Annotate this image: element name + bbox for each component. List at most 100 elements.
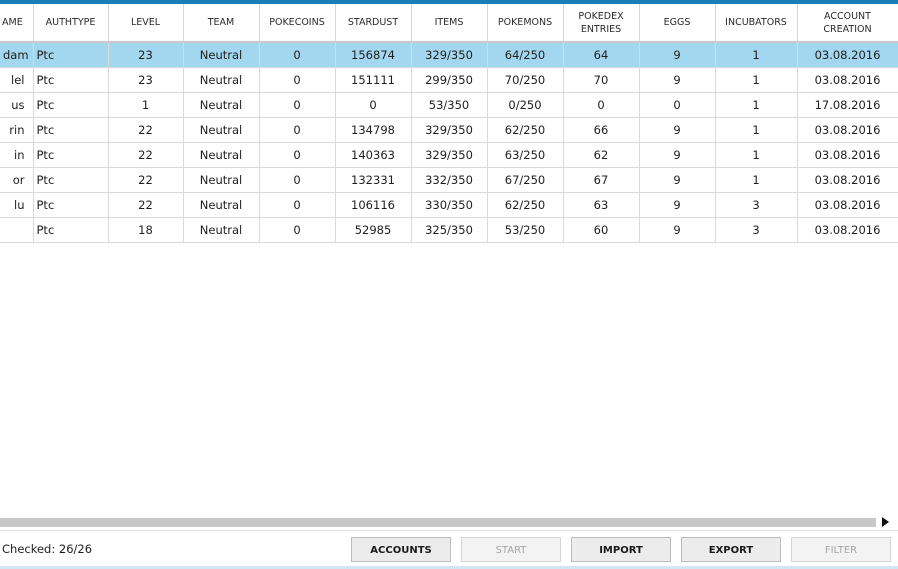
cell-level[interactable]: 18 xyxy=(108,217,184,243)
cell-pokemons[interactable]: 0/250 xyxy=(487,92,564,118)
column-header-name[interactable]: AME xyxy=(0,4,34,43)
cell-account-creation[interactable]: 03.08.2016 xyxy=(797,142,898,168)
filter-button[interactable]: FILTER xyxy=(791,537,891,562)
cell-pokedex-entries[interactable]: 66 xyxy=(563,117,640,143)
cell-incubators[interactable]: 1 xyxy=(715,92,798,118)
cell-pokecoins[interactable]: 0 xyxy=(259,142,336,168)
cell-account-creation[interactable]: 03.08.2016 xyxy=(797,67,898,93)
cell-authtype[interactable]: Ptc xyxy=(33,192,109,218)
column-header-account-creation[interactable]: ACCOUNT CREATION xyxy=(797,4,898,43)
cell-pokecoins[interactable]: 0 xyxy=(259,92,336,118)
cell-team[interactable]: Neutral xyxy=(183,167,260,193)
column-header-authtype[interactable]: AUTHTYPE xyxy=(33,4,109,43)
cell-items[interactable]: 329/350 xyxy=(411,117,488,143)
cell-incubators[interactable]: 1 xyxy=(715,167,798,193)
cell-pokecoins[interactable]: 0 xyxy=(259,67,336,93)
cell-authtype[interactable]: Ptc xyxy=(33,217,109,243)
horizontal-scrollbar[interactable] xyxy=(0,516,898,529)
cell-eggs[interactable]: 9 xyxy=(639,42,716,68)
cell-eggs[interactable]: 9 xyxy=(639,192,716,218)
cell-name[interactable]: rin xyxy=(0,117,34,143)
cell-pokecoins[interactable]: 0 xyxy=(259,167,336,193)
cell-incubators[interactable]: 1 xyxy=(715,142,798,168)
cell-eggs[interactable]: 0 xyxy=(639,92,716,118)
cell-stardust[interactable]: 132331 xyxy=(335,167,412,193)
cell-authtype[interactable]: Ptc xyxy=(33,92,109,118)
cell-pokecoins[interactable]: 0 xyxy=(259,42,336,68)
cell-team[interactable]: Neutral xyxy=(183,192,260,218)
cell-account-creation[interactable]: 03.08.2016 xyxy=(797,217,898,243)
table-row[interactable]: rin Ptc 22 Neutral 0 134798 329/350 62/250 66 9 1 0… xyxy=(0,117,898,143)
cell-authtype[interactable]: Ptc xyxy=(33,42,109,68)
cell-authtype[interactable]: Ptc xyxy=(33,117,109,143)
cell-eggs[interactable]: 9 xyxy=(639,117,716,143)
column-header-eggs[interactable]: EGGS xyxy=(639,4,716,43)
cell-pokemons[interactable]: 63/250 xyxy=(487,142,564,168)
cell-pokemons[interactable]: 67/250 xyxy=(487,167,564,193)
cell-pokedex-entries[interactable]: 60 xyxy=(563,217,640,243)
cell-pokemons[interactable]: 62/250 xyxy=(487,192,564,218)
accounts-grid[interactable]: AME AUTHTYPE LEVEL TEAM POKECOINS STARDU… xyxy=(0,4,898,516)
cell-items[interactable]: 53/350 xyxy=(411,92,488,118)
cell-account-creation[interactable]: 03.08.2016 xyxy=(797,167,898,193)
cell-items[interactable]: 329/350 xyxy=(411,142,488,168)
table-row[interactable]: dam Ptc 23 Neutral 0 156874 329/350 64/250 64 9 1 0… xyxy=(0,42,898,68)
export-button[interactable]: EXPORT xyxy=(681,537,781,562)
cell-incubators[interactable]: 3 xyxy=(715,217,798,243)
cell-team[interactable]: Neutral xyxy=(183,67,260,93)
column-header-pokemons[interactable]: POKEMONS xyxy=(487,4,564,43)
column-header-stardust[interactable]: STARDUST xyxy=(335,4,412,43)
cell-pokedex-entries[interactable]: 67 xyxy=(563,167,640,193)
cell-pokemons[interactable]: 70/250 xyxy=(487,67,564,93)
cell-level[interactable]: 1 xyxy=(108,92,184,118)
accounts-button[interactable]: ACCOUNTS xyxy=(351,537,451,562)
cell-pokemons[interactable]: 62/250 xyxy=(487,117,564,143)
cell-name[interactable]: lu xyxy=(0,192,34,218)
cell-items[interactable]: 332/350 xyxy=(411,167,488,193)
cell-level[interactable]: 23 xyxy=(108,42,184,68)
cell-pokedex-entries[interactable]: 62 xyxy=(563,142,640,168)
cell-team[interactable]: Neutral xyxy=(183,92,260,118)
cell-team[interactable]: Neutral xyxy=(183,117,260,143)
column-header-pokedex-entries[interactable]: POKEDEX ENTRIES xyxy=(563,4,640,43)
cell-pokedex-entries[interactable]: 63 xyxy=(563,192,640,218)
cell-eggs[interactable]: 9 xyxy=(639,217,716,243)
cell-level[interactable]: 23 xyxy=(108,67,184,93)
cell-stardust[interactable]: 106116 xyxy=(335,192,412,218)
cell-eggs[interactable]: 9 xyxy=(639,167,716,193)
cell-level[interactable]: 22 xyxy=(108,142,184,168)
cell-name[interactable]: dam xyxy=(0,42,34,68)
cell-incubators[interactable]: 1 xyxy=(715,117,798,143)
cell-pokecoins[interactable]: 0 xyxy=(259,117,336,143)
cell-stardust[interactable]: 52985 xyxy=(335,217,412,243)
cell-pokemons[interactable]: 53/250 xyxy=(487,217,564,243)
cell-incubators[interactable]: 3 xyxy=(715,192,798,218)
cell-authtype[interactable]: Ptc xyxy=(33,167,109,193)
cell-team[interactable]: Neutral xyxy=(183,42,260,68)
cell-team[interactable]: Neutral xyxy=(183,217,260,243)
cell-authtype[interactable]: Ptc xyxy=(33,67,109,93)
cell-stardust[interactable]: 140363 xyxy=(335,142,412,168)
cell-incubators[interactable]: 1 xyxy=(715,42,798,68)
table-row[interactable]: or Ptc 22 Neutral 0 132331 332/350 67/250 67 9 1 03… xyxy=(0,167,898,193)
cell-name[interactable]: in xyxy=(0,142,34,168)
cell-items[interactable]: 329/350 xyxy=(411,42,488,68)
import-button[interactable]: IMPORT xyxy=(571,537,671,562)
cell-level[interactable]: 22 xyxy=(108,117,184,143)
start-button[interactable]: START xyxy=(461,537,561,562)
table-row[interactable]: lel Ptc 23 Neutral 0 151111 299/350 70/250 70 9 1 0… xyxy=(0,67,898,93)
cell-stardust[interactable]: 156874 xyxy=(335,42,412,68)
cell-name[interactable] xyxy=(0,217,34,243)
column-header-pokecoins[interactable]: POKECOINS xyxy=(259,4,336,43)
cell-level[interactable]: 22 xyxy=(108,192,184,218)
triangle-right-icon[interactable] xyxy=(882,517,889,527)
table-row[interactable]: in Ptc 22 Neutral 0 140363 329/350 63/250 62 9 1 03… xyxy=(0,142,898,168)
cell-authtype[interactable]: Ptc xyxy=(33,142,109,168)
scrollbar-thumb[interactable] xyxy=(0,518,876,527)
cell-items[interactable]: 299/350 xyxy=(411,67,488,93)
cell-items[interactable]: 330/350 xyxy=(411,192,488,218)
column-header-level[interactable]: LEVEL xyxy=(108,4,184,43)
cell-account-creation[interactable]: 03.08.2016 xyxy=(797,42,898,68)
cell-stardust[interactable]: 151111 xyxy=(335,67,412,93)
cell-level[interactable]: 22 xyxy=(108,167,184,193)
